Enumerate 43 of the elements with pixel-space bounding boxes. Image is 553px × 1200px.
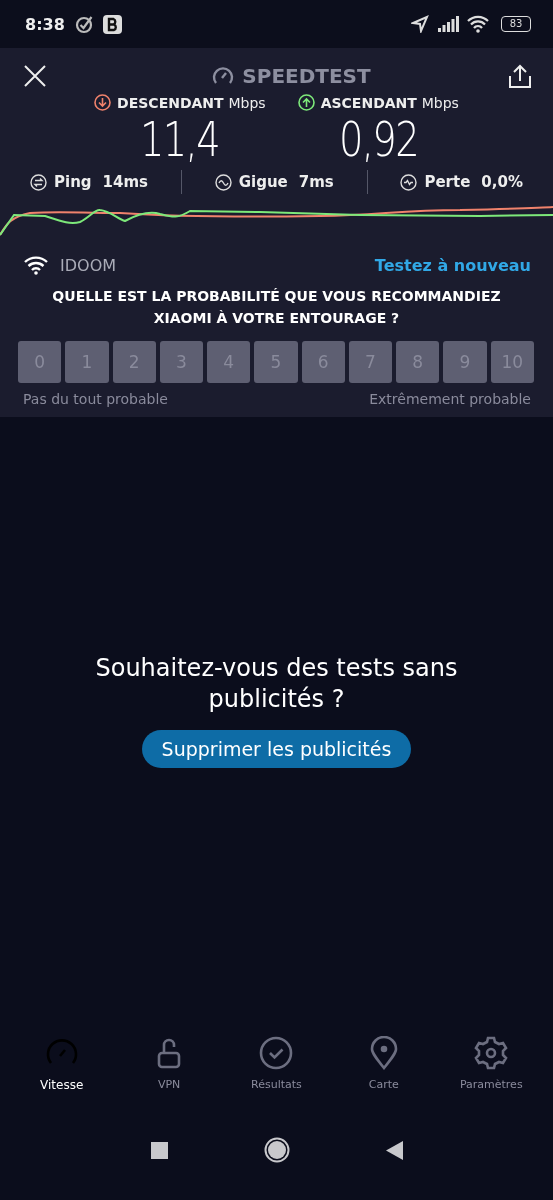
nav-tab[interactable]: VPN: [124, 1036, 215, 1112]
scale-high-label: Extrêmement probable: [369, 391, 531, 407]
check-circle-icon: [259, 1036, 294, 1070]
metric-label: Gigue: [238, 173, 288, 191]
scale-low-label: Pas du tout probable: [23, 391, 168, 407]
metric-value: 14ms: [102, 173, 148, 191]
wave-icon: [214, 173, 232, 191]
result-value: 0,92: [338, 111, 418, 167]
metric-value: 7ms: [298, 173, 334, 191]
metric-label: Perte: [424, 173, 471, 191]
result-label: DESCENDANT Mbps: [117, 94, 266, 111]
b-app-icon: [102, 14, 122, 34]
ping-icon: [30, 173, 47, 191]
promo-text: Souhaitez-vous des tests sans publicités ?: [94, 653, 459, 715]
up-arrow-circle-icon: [297, 94, 315, 111]
result-value: 11,4: [140, 111, 220, 167]
battery-level: 83: [509, 19, 523, 29]
survey-question: QUELLE EST LA PROBABILITÉ QUE VOUS RECOMMANDIEZ XIAOMI À VOTRE ENTOURAGE ?: [51, 287, 502, 328]
network-name: IDOOM: [60, 255, 117, 275]
recent-apps-icon[interactable]: [150, 1141, 168, 1159]
nav-tab[interactable]: Paramètres: [446, 1036, 537, 1112]
status-time: 8:38: [25, 14, 65, 34]
settings-icon: [474, 1036, 509, 1070]
check-circle-icon: [74, 14, 95, 34]
wifi-icon: [467, 15, 489, 33]
metric-value: 0,0%: [481, 173, 523, 191]
location-icon: [411, 15, 429, 33]
nav-tab[interactable]: Résultats: [231, 1036, 322, 1112]
close-icon[interactable]: [24, 65, 46, 87]
retest-link[interactable]: Testez à nouveau: [374, 255, 531, 275]
result-label: ASCENDANT Mbps: [320, 94, 459, 111]
share-icon[interactable]: [509, 64, 531, 88]
down-arrow-circle-icon: [94, 94, 112, 111]
app-title: SPEEDTEST: [242, 64, 371, 88]
remove-ads-button[interactable]: Supprimer les publicités: [141, 730, 412, 768]
back-icon[interactable]: [385, 1140, 403, 1160]
metric-label: Ping: [54, 173, 92, 191]
signal-icon: [437, 16, 459, 32]
loss-icon: [400, 173, 418, 191]
nav-tab[interactable]: Vitesse: [16, 1036, 107, 1112]
wifi-icon: [24, 255, 48, 275]
nav-tab[interactable]: Carte: [338, 1036, 429, 1112]
home-icon[interactable]: [263, 1137, 290, 1163]
